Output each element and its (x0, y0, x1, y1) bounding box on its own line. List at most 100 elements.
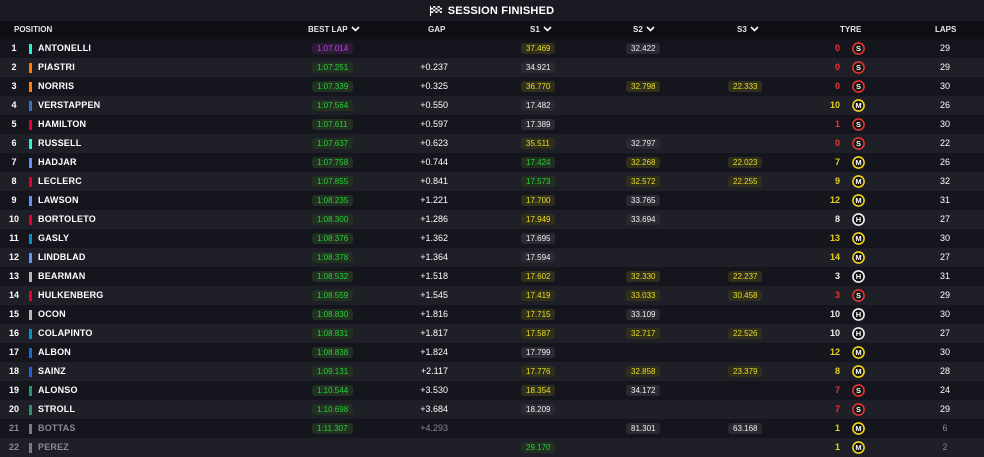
tyre-compound-m-icon: M (852, 232, 865, 245)
gap-value: +0.744 (420, 157, 448, 167)
laps-count: 27 (939, 252, 950, 262)
position-number: 12 (8, 252, 19, 262)
column-header-s1[interactable]: S1 (530, 21, 552, 39)
table-row[interactable]: 20 STROLL 1:10.698 +3.684 18.209 7 S 29 (0, 400, 984, 419)
laps-count: 30 (939, 119, 950, 129)
table-row[interactable]: 9 LAWSON 1:08.235 +1.221 17.700 33.765 12 M 31 (0, 191, 984, 210)
tyre-compound-m-icon: M (852, 365, 865, 378)
best-lap-time: 1:07.251 (312, 62, 354, 73)
driver-name[interactable]: PIASTRI (38, 58, 75, 77)
table-row[interactable]: 3 NORRIS 1:07.339 +0.325 36.770 32.798 22.333 0… (0, 77, 984, 96)
driver-name[interactable]: OCON (38, 305, 66, 324)
driver-name[interactable]: VERSTAPPEN (38, 96, 100, 115)
position-number: 10 (8, 214, 19, 224)
team-color-bar (29, 367, 32, 377)
session-title: SESSION FINISHED (447, 4, 555, 17)
position-number: 7 (11, 157, 17, 167)
table-row[interactable]: 12 LINDBLAD 1:08.378 +1.364 17.594 14 M 27 (0, 248, 984, 267)
s3-time: 23.379 (728, 366, 763, 377)
driver-name[interactable]: PEREZ (38, 438, 69, 457)
table-row[interactable]: 5 HAMILTON 1:07.611 +0.597 17.389 1 S 30 (0, 115, 984, 134)
team-color-bar (29, 101, 32, 111)
driver-name[interactable]: BORTOLETO (38, 210, 96, 229)
laps-count: 6 (942, 423, 948, 433)
table-row[interactable]: 4 VERSTAPPEN 1:07.564 +0.550 17.482 10 M 26 (0, 96, 984, 115)
table-row[interactable]: 18 SAINZ 1:09.131 +2.117 17.776 32.858 23.379 8… (0, 362, 984, 381)
column-header-s3[interactable]: S3 (737, 21, 759, 39)
team-color-bar (29, 139, 32, 149)
tyre-compound-m-icon: M (852, 99, 865, 112)
gap-value: +0.237 (420, 62, 448, 72)
driver-name[interactable]: HULKENBERG (38, 286, 104, 305)
table-row[interactable]: 22 PEREZ 29.170 1 M 2 (0, 438, 984, 457)
tyre-age: 7 (834, 157, 840, 167)
driver-name[interactable]: STROLL (38, 400, 75, 419)
driver-name[interactable]: GASLY (38, 229, 69, 248)
table-row[interactable]: 21 BOTTAS 1:11.307 +4.293 81.301 63.168 1 M 6 (0, 419, 984, 438)
driver-name[interactable]: LINDBLAD (38, 248, 86, 267)
table-row[interactable]: 2 PIASTRI 1:07.251 +0.237 34.921 0 S 29 (0, 58, 984, 77)
team-color-bar (29, 44, 32, 54)
table-row[interactable]: 17 ALBON 1:08.838 +1.824 17.799 12 M 30 (0, 343, 984, 362)
s1-label: S1 (530, 25, 540, 34)
position-number: 17 (8, 347, 19, 357)
laps-count: 30 (939, 309, 950, 319)
position-number: 13 (8, 271, 19, 281)
s1-cell: 17.482 (521, 96, 556, 115)
driver-name[interactable]: LAWSON (38, 191, 79, 210)
laps-count: 22 (939, 138, 950, 148)
driver-name[interactable]: HADJAR (38, 153, 77, 172)
driver-name[interactable]: COLAPINTO (38, 324, 93, 343)
tyre-icon: S (852, 137, 865, 150)
tyre-compound-letter: S (856, 405, 861, 414)
driver-name[interactable]: ALBON (38, 343, 71, 362)
s1-cell: 17.799 (521, 343, 556, 362)
position-number: 14 (8, 290, 19, 300)
driver-name[interactable]: BEARMAN (38, 267, 85, 286)
table-row[interactable]: 14 HULKENBERG 1:08.559 +1.545 17.419 33.033 30… (0, 286, 984, 305)
table-row[interactable]: 19 ALONSO 1:10.544 +3.530 18.354 34.172 7 S 24 (0, 381, 984, 400)
tyre-icon: M (852, 441, 865, 454)
s3-time: 22.526 (728, 328, 763, 339)
best-lap-cell: 1:07.014 (312, 39, 354, 58)
tyre-compound-m-icon: M (852, 346, 865, 359)
driver-name[interactable]: ANTONELLI (38, 39, 91, 58)
driver-name[interactable]: LECLERC (38, 172, 82, 191)
table-row[interactable]: 8 LECLERC 1:07.855 +0.841 17.573 32.572 22.255… (0, 172, 984, 191)
table-row[interactable]: 1 ANTONELLI 1:07.014 37.469 32.422 0 S 29 (0, 39, 984, 58)
table-row[interactable]: 15 OCON 1:08.830 +1.816 17.715 33.109 10 H 30 (0, 305, 984, 324)
team-color-bar (29, 386, 32, 396)
s3-cell: 22.333 (728, 77, 763, 96)
table-row[interactable]: 10 BORTOLETO 1:08.300 +1.286 17.949 33.694 8 H 2… (0, 210, 984, 229)
laps-count: 29 (939, 290, 950, 300)
table-row[interactable]: 16 COLAPINTO 1:08.831 +1.817 17.587 32.717 22.… (0, 324, 984, 343)
tyre-age: 0 (834, 138, 840, 148)
column-header-best-lap[interactable]: BEST LAP (308, 21, 360, 39)
team-color-bar (29, 405, 32, 415)
tyre-compound-letter: M (855, 196, 861, 205)
table-row[interactable]: 11 GASLY 1:08.376 +1.362 17.695 13 M 30 (0, 229, 984, 248)
driver-name[interactable]: RUSSELL (38, 134, 81, 153)
table-row[interactable]: 13 BEARMAN 1:08.532 +1.518 17.602 32.330 22.23… (0, 267, 984, 286)
table-row[interactable]: 6 RUSSELL 1:07.637 +0.623 35.511 32.797 0 S 22 (0, 134, 984, 153)
s2-time: 32.858 (626, 366, 661, 377)
s3-cell: 23.379 (728, 362, 763, 381)
s1-cell: 37.469 (521, 39, 556, 58)
tyre-icon: H (852, 270, 865, 283)
driver-name[interactable]: ALONSO (38, 381, 78, 400)
laps-count: 29 (939, 62, 950, 72)
tyre-age: 1 (834, 423, 840, 433)
tyre-age: 10 (829, 328, 840, 338)
driver-name[interactable]: HAMILTON (38, 115, 86, 134)
tyre-compound-h-icon: H (852, 213, 865, 226)
driver-name[interactable]: SAINZ (38, 362, 66, 381)
s3-time: 22.023 (728, 157, 763, 168)
tyre-compound-letter: M (855, 158, 861, 167)
s1-time: 17.715 (521, 309, 556, 320)
table-row[interactable]: 7 HADJAR 1:07.758 +0.744 17.424 32.268 22.023 7… (0, 153, 984, 172)
driver-name[interactable]: BOTTAS (38, 419, 76, 438)
column-header-s2[interactable]: S2 (633, 21, 655, 39)
position-number: 21 (8, 423, 19, 433)
tyre-icon: S (852, 384, 865, 397)
driver-name[interactable]: NORRIS (38, 77, 74, 96)
